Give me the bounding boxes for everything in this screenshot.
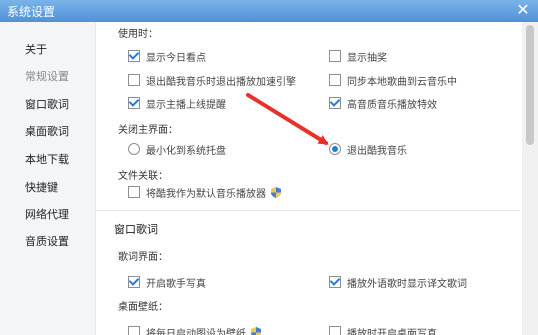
sidebar-item-hotkeys[interactable]: 快捷键 bbox=[25, 179, 58, 195]
sync-cloud-option[interactable]: 同步本地歌曲到云音乐中 bbox=[329, 73, 457, 88]
show-daily-label: 显示今日看点 bbox=[146, 52, 206, 64]
singer-photo-option[interactable]: 开启歌手写真 bbox=[128, 275, 206, 290]
close-exit-label: 退出酷我音乐 bbox=[347, 145, 407, 157]
title-bar: 系统设置 ✕ bbox=[0, 0, 538, 22]
section-divider bbox=[96, 210, 520, 211]
show-daily-option[interactable]: 显示今日看点 bbox=[128, 49, 206, 64]
live-remind-checkbox[interactable] bbox=[128, 97, 140, 109]
translation-checkbox[interactable] bbox=[329, 276, 341, 288]
close-icon[interactable]: ✕ bbox=[514, 1, 532, 19]
show-daily-checkbox[interactable] bbox=[128, 50, 140, 62]
sidebar-item-audio-quality[interactable]: 音质设置 bbox=[25, 233, 69, 249]
close-minimize-label: 最小化到系统托盘 bbox=[146, 145, 226, 157]
exit-accel-option[interactable]: 退出酷我音乐时退出播放加速引擎 bbox=[128, 73, 296, 88]
sync-cloud-label: 同步本地歌曲到云音乐中 bbox=[347, 76, 457, 88]
desktop-photo-checkbox[interactable] bbox=[329, 326, 341, 335]
sidebar-item-download[interactable]: 本地下载 bbox=[25, 151, 69, 167]
live-remind-option[interactable]: 显示主播上线提醒 bbox=[128, 96, 226, 111]
settings-sidebar: 关于 常规设置 窗口歌词 桌面歌词 本地下载 快捷键 网络代理 音质设置 bbox=[0, 22, 96, 335]
close-minimize-radio[interactable] bbox=[128, 143, 140, 155]
window-lyrics-heading: 窗口歌词 bbox=[114, 223, 158, 236]
close-exit-radio[interactable] bbox=[329, 143, 341, 155]
close-minimize-option[interactable]: 最小化到系统托盘 bbox=[128, 142, 226, 157]
show-lottery-option[interactable]: 显示抽奖 bbox=[329, 49, 387, 64]
sidebar-item-proxy[interactable]: 网络代理 bbox=[25, 206, 69, 222]
close-exit-option[interactable]: 退出酷我音乐 bbox=[329, 142, 407, 157]
uac-shield-icon bbox=[271, 186, 281, 198]
hq-effect-option[interactable]: 高音质音乐播放特效 bbox=[329, 96, 437, 111]
exit-accel-label: 退出酷我音乐时退出播放加速引擎 bbox=[146, 76, 296, 88]
translation-option[interactable]: 播放外语歌时显示译文歌词 bbox=[329, 275, 467, 290]
default-player-option[interactable]: 将酷我作为默认音乐播放器 bbox=[128, 185, 281, 200]
desktop-photo-option[interactable]: 播放时开启桌面写真 bbox=[329, 325, 437, 335]
sync-cloud-checkbox[interactable] bbox=[329, 74, 341, 86]
live-remind-label: 显示主播上线提醒 bbox=[146, 99, 226, 111]
startup-wallpaper-label: 将每日启动图设为壁纸 bbox=[146, 328, 246, 335]
scrollbar-thumb[interactable] bbox=[526, 25, 534, 145]
hq-effect-checkbox[interactable] bbox=[329, 97, 341, 109]
default-player-checkbox[interactable] bbox=[128, 186, 140, 198]
show-lottery-label: 显示抽奖 bbox=[347, 52, 387, 64]
desktop-wallpaper-label: 桌面壁纸： bbox=[118, 302, 168, 313]
vertical-scrollbar[interactable] bbox=[522, 22, 538, 335]
default-player-label: 将酷我作为默认音乐播放器 bbox=[146, 188, 266, 200]
show-lottery-checkbox[interactable] bbox=[329, 50, 341, 62]
uac-shield-icon-2 bbox=[251, 326, 261, 335]
hq-effect-label: 高音质音乐播放特效 bbox=[347, 99, 437, 111]
file-association-label: 文件关联： bbox=[118, 171, 168, 182]
window-title: 系统设置 bbox=[7, 5, 56, 19]
sidebar-item-desktop-lyrics[interactable]: 桌面歌词 bbox=[25, 123, 69, 139]
sidebar-item-about[interactable]: 关于 bbox=[25, 41, 47, 57]
desktop-photo-label: 播放时开启桌面写真 bbox=[347, 328, 437, 335]
settings-content: 使用时： 显示今日看点 显示抽奖 退出酷我音乐时退出播放加速引擎 同步本地歌曲到… bbox=[96, 22, 520, 335]
close-behavior-label: 关闭主界面： bbox=[118, 125, 178, 136]
startup-wallpaper-checkbox[interactable] bbox=[128, 326, 140, 335]
sidebar-item-general[interactable]: 常规设置 bbox=[25, 68, 69, 84]
exit-accel-checkbox[interactable] bbox=[128, 74, 140, 86]
startup-wallpaper-option[interactable]: 将每日启动图设为壁纸 bbox=[128, 325, 261, 335]
singer-photo-checkbox[interactable] bbox=[128, 276, 140, 288]
sidebar-item-window-lyrics[interactable]: 窗口歌词 bbox=[25, 96, 69, 112]
translation-label: 播放外语歌时显示译文歌词 bbox=[347, 278, 467, 290]
startup-label: 使用时： bbox=[118, 29, 158, 40]
lyrics-interface-label: 歌词界面： bbox=[118, 252, 168, 263]
singer-photo-label: 开启歌手写真 bbox=[146, 278, 206, 290]
